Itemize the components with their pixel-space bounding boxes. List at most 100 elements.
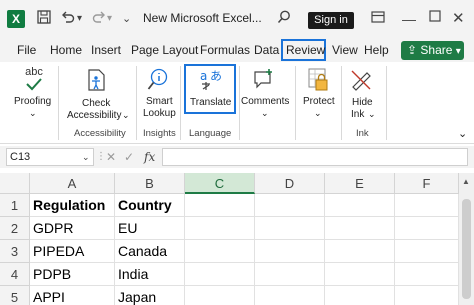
row-header-1[interactable]: 1 (0, 194, 30, 217)
cell-f2[interactable] (395, 217, 459, 240)
cell-d2[interactable] (255, 217, 325, 240)
search-icon[interactable] (276, 9, 292, 31)
group-accessibility: Accessibility (74, 128, 126, 139)
ribbon-display-options-icon[interactable] (370, 9, 386, 31)
tab-view[interactable]: View (332, 38, 358, 62)
smart-lookup-icon (146, 67, 170, 98)
cell-d4[interactable] (255, 263, 325, 286)
cell-b3[interactable]: Canada (115, 240, 185, 263)
ribbon-separator (295, 66, 296, 140)
quick-access-more-icon[interactable]: ⌄ (122, 9, 131, 29)
translate-icon: aあ (198, 68, 224, 97)
cell-f5[interactable] (395, 286, 459, 305)
check-accessibility-label-2: Accessibility (67, 110, 122, 121)
vertical-scrollbar[interactable]: ▲ (459, 173, 474, 305)
formula-bar-handle-icon[interactable]: ⋮ (96, 148, 106, 166)
svg-text:あ: あ (210, 69, 222, 83)
cell-e2[interactable] (325, 217, 395, 240)
share-icon: ⇪ (407, 43, 418, 57)
cell-b5[interactable]: Japan (115, 286, 185, 305)
cell-d3[interactable] (255, 240, 325, 263)
column-header-b[interactable]: B (115, 173, 185, 194)
insert-function-icon[interactable]: fx (144, 148, 155, 166)
tab-home[interactable]: Home (50, 38, 82, 62)
accessibility-icon (86, 68, 108, 97)
cell-c4[interactable] (185, 263, 255, 286)
column-header-a[interactable]: A (30, 173, 115, 194)
row-header-2[interactable]: 2 (0, 217, 30, 240)
sign-in-button[interactable]: Sign in (308, 12, 354, 29)
tab-help[interactable]: Help (364, 38, 389, 62)
formula-input[interactable] (162, 148, 468, 166)
maximize-icon[interactable] (428, 9, 442, 29)
cell-e1[interactable] (325, 194, 395, 217)
undo-icon[interactable] (60, 9, 76, 31)
column-header-f[interactable]: F (395, 173, 459, 194)
tab-formulas[interactable]: Formulas (200, 38, 250, 62)
close-icon[interactable]: ✕ (452, 9, 465, 29)
check-accessibility-dropdown-icon: ⌄ (122, 110, 130, 120)
ribbon-separator (239, 66, 240, 140)
cell-f3[interactable] (395, 240, 459, 263)
cell-f4[interactable] (395, 263, 459, 286)
redo-dropdown-icon[interactable]: ▾ (107, 9, 112, 29)
share-dropdown-icon: ▾ (455, 46, 461, 57)
hide-ink-dropdown-icon: ⌄ (368, 109, 376, 119)
share-label: Share (420, 43, 453, 57)
cell-c1[interactable] (185, 194, 255, 217)
column-header-c[interactable]: C (185, 173, 255, 194)
group-language: Language (189, 128, 232, 139)
cell-d5[interactable] (255, 286, 325, 305)
window-title: New Microsoft Excel... (143, 11, 262, 25)
ribbon-review: abc Proofing ⌄ Check Accessibility ⌄ Acc… (0, 62, 474, 144)
undo-dropdown-icon[interactable]: ▾ (77, 9, 82, 29)
cell-b1[interactable]: Country (115, 194, 185, 217)
smart-lookup-label-1: Smart (146, 96, 173, 107)
tab-data[interactable]: Data (254, 38, 279, 62)
tab-page-layout[interactable]: Page Layout (131, 38, 198, 62)
ribbon-collapse-icon[interactable]: ⌄ (458, 128, 467, 140)
ribbon-separator (58, 66, 59, 140)
minimize-icon[interactable]: — (402, 9, 416, 29)
cell-d1[interactable] (255, 194, 325, 217)
column-header-e[interactable]: E (325, 173, 395, 194)
cell-c3[interactable] (185, 240, 255, 263)
select-all-corner[interactable] (0, 173, 30, 194)
cell-a4[interactable]: PDPB (30, 263, 115, 286)
cell-f1[interactable] (395, 194, 459, 217)
tab-insert[interactable]: Insert (91, 38, 121, 62)
cell-e3[interactable] (325, 240, 395, 263)
scroll-up-icon[interactable]: ▲ (462, 177, 470, 186)
spreadsheet-grid: A B C D E F 1 Regulation Country 2 GDPR … (0, 173, 474, 305)
share-button[interactable]: ⇪ Share ▾ (401, 41, 464, 60)
group-insights: Insights (143, 128, 176, 139)
name-box-dropdown-icon[interactable]: ⌄ (82, 148, 90, 166)
row-header-3[interactable]: 3 (0, 240, 30, 263)
save-icon[interactable] (36, 9, 52, 31)
row-header-4[interactable]: 4 (0, 263, 30, 286)
ribbon-separator (341, 66, 342, 140)
cell-b2[interactable]: EU (115, 217, 185, 240)
tab-review[interactable]: Review (286, 38, 325, 62)
cell-c5[interactable] (185, 286, 255, 305)
cell-a2[interactable]: GDPR (30, 217, 115, 240)
scrollbar-thumb[interactable] (462, 199, 471, 299)
smart-lookup-label-2: Lookup (143, 108, 176, 119)
proofing-dropdown-icon: ⌄ (29, 108, 37, 118)
enter-icon[interactable]: ✓ (124, 148, 134, 166)
check-accessibility-label-1: Check (82, 98, 111, 109)
name-box[interactable]: C13 (6, 148, 94, 166)
cell-c2[interactable] (185, 217, 255, 240)
cell-e4[interactable] (325, 263, 395, 286)
cancel-icon[interactable]: ✕ (106, 148, 116, 166)
redo-icon[interactable] (91, 9, 107, 31)
ribbon-separator (386, 66, 387, 140)
tab-file[interactable]: File (17, 38, 36, 62)
cell-e5[interactable] (325, 286, 395, 305)
column-header-d[interactable]: D (255, 173, 325, 194)
row-header-5[interactable]: 5 (0, 286, 30, 305)
cell-a5[interactable]: APPI (30, 286, 115, 305)
cell-b4[interactable]: India (115, 263, 185, 286)
cell-a3[interactable]: PIPEDA (30, 240, 115, 263)
cell-a1[interactable]: Regulation (30, 194, 115, 217)
